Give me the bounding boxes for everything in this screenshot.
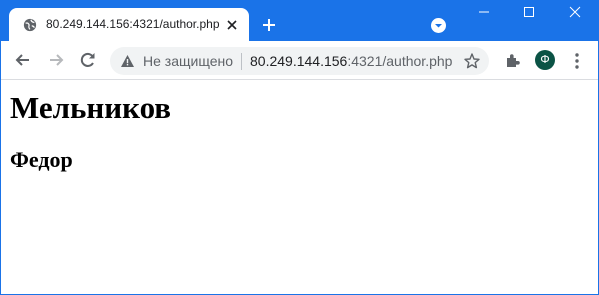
- tab-search-button[interactable]: [431, 18, 446, 33]
- url-host: 80.249.144.156: [250, 53, 348, 69]
- address-bar[interactable]: Не защищено 80.249.144.156:4321/author.p…: [110, 47, 489, 75]
- browser-window: 80.249.144.156:4321/author.php Не защище…: [0, 0, 599, 295]
- tab-strip: 80.249.144.156:4321/author.php: [0, 0, 599, 41]
- forward-icon[interactable]: [46, 50, 66, 70]
- url-path: /author.php: [382, 53, 453, 69]
- close-tab-icon[interactable]: [224, 17, 240, 33]
- security-status[interactable]: Не защищено: [143, 53, 233, 69]
- omnibox-divider: [241, 53, 242, 70]
- warning-icon[interactable]: [120, 54, 135, 68]
- globe-icon: [23, 18, 37, 32]
- chevron-down-icon: [435, 24, 442, 28]
- url-port: :4321: [347, 53, 383, 69]
- close-window-icon[interactable]: [567, 4, 583, 20]
- minimize-icon[interactable]: [476, 4, 492, 20]
- bookmark-star-icon[interactable]: [463, 52, 481, 70]
- page-heading: Мельников: [10, 90, 172, 125]
- menu-kebab-icon[interactable]: [567, 51, 587, 71]
- browser-toolbar: Не защищено 80.249.144.156:4321/author.p…: [1, 41, 598, 80]
- new-tab-icon[interactable]: [261, 17, 277, 33]
- extensions-icon[interactable]: [503, 51, 523, 71]
- reload-icon[interactable]: [78, 50, 98, 70]
- page-content: Мельников Федор: [1, 80, 598, 294]
- page-subheading: Федор: [10, 147, 73, 172]
- url-text[interactable]: 80.249.144.156:4321/author.php: [250, 53, 452, 69]
- maximize-icon[interactable]: [521, 4, 537, 20]
- profile-avatar[interactable]: Ф: [535, 50, 555, 70]
- tab-title: 80.249.144.156:4321/author.php: [46, 17, 220, 31]
- back-icon[interactable]: [13, 50, 33, 70]
- browser-tab[interactable]: 80.249.144.156:4321/author.php: [9, 8, 249, 41]
